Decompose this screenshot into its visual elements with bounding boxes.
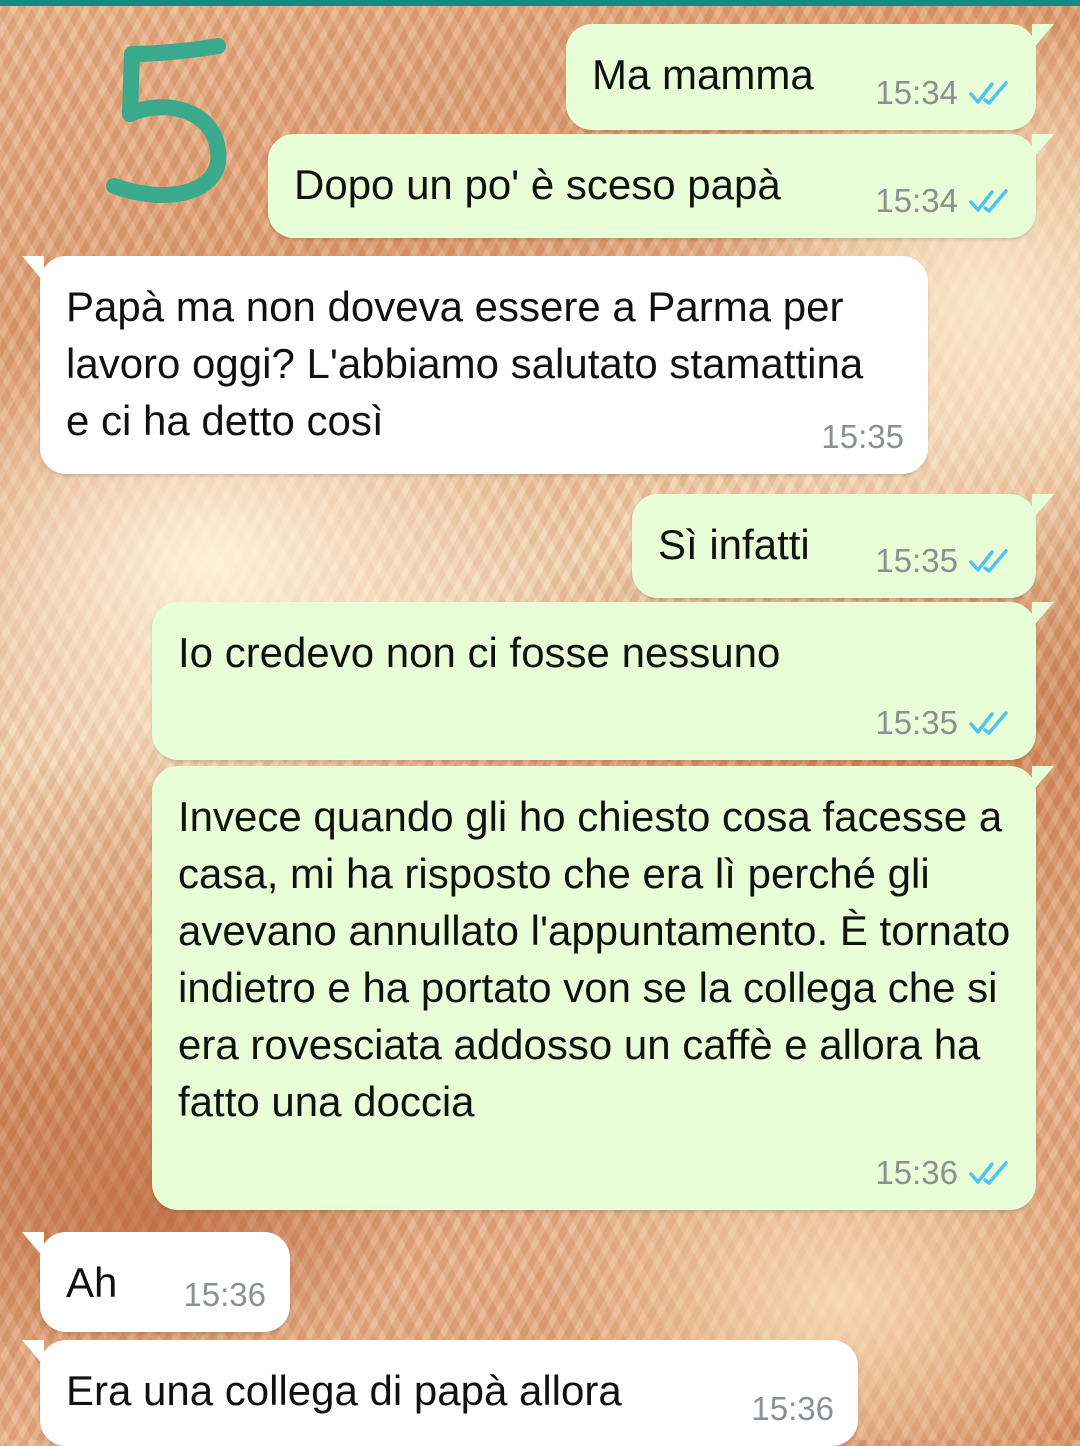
handwritten-number-5-annotation bbox=[106, 38, 227, 203]
message-meta: 15:35 bbox=[875, 542, 1012, 580]
double-check-read-icon bbox=[969, 189, 1008, 213]
message-meta: 15:34 bbox=[875, 182, 1012, 220]
message-meta: 15:36 bbox=[875, 1154, 1012, 1192]
double-check-read-icon bbox=[969, 1161, 1008, 1185]
message-text: Ah bbox=[66, 1259, 118, 1306]
message-time: 15:35 bbox=[875, 704, 958, 741]
message-time: 15:36 bbox=[751, 1390, 834, 1427]
message-time: 15:35 bbox=[821, 418, 904, 455]
message-meta: 15:34 bbox=[875, 74, 1012, 112]
message-bubble-outgoing[interactable]: Io credevo non ci fosse nessuno 15:35 bbox=[152, 602, 1054, 760]
double-check-read-icon bbox=[969, 549, 1008, 573]
message-meta: 15:36 bbox=[183, 1276, 266, 1314]
message-text: Era una collega di papà allora bbox=[66, 1367, 622, 1414]
double-check-read-icon bbox=[969, 711, 1008, 735]
message-text: Sì infatti bbox=[658, 521, 810, 568]
double-check-read-icon bbox=[969, 81, 1008, 105]
message-bubble-outgoing[interactable]: Dopo un po' è sceso papà 15:34 bbox=[268, 134, 1054, 238]
app-top-bar bbox=[0, 0, 1080, 6]
message-bubble-incoming[interactable]: Era una collega di papà allora 15:36 bbox=[22, 1340, 858, 1446]
message-bubble-incoming[interactable]: Papà ma non doveva essere a Parma per la… bbox=[22, 256, 928, 474]
message-text: Papà ma non doveva essere a Parma per la… bbox=[66, 283, 864, 444]
message-time: 15:34 bbox=[875, 182, 958, 219]
message-text: Io credevo non ci fosse nessuno bbox=[178, 629, 781, 676]
message-time: 15:36 bbox=[875, 1154, 958, 1191]
message-time: 15:35 bbox=[875, 542, 958, 579]
message-bubble-outgoing[interactable]: Ma mamma 15:34 bbox=[566, 24, 1054, 130]
message-meta: 15:36 bbox=[751, 1390, 834, 1428]
message-text: Invece quando gli ho chiesto cosa facess… bbox=[178, 793, 1011, 1125]
message-meta: 15:35 bbox=[821, 418, 904, 456]
message-meta: 15:35 bbox=[875, 704, 1012, 742]
message-time: 15:34 bbox=[875, 74, 958, 111]
message-bubble-incoming[interactable]: Ah 15:36 bbox=[22, 1232, 290, 1332]
message-bubble-outgoing[interactable]: Invece quando gli ho chiesto cosa facess… bbox=[152, 766, 1054, 1210]
message-time: 15:36 bbox=[183, 1276, 266, 1313]
message-text: Ma mamma bbox=[592, 51, 814, 98]
message-bubble-outgoing[interactable]: Sì infatti 15:35 bbox=[632, 494, 1054, 598]
message-text: Dopo un po' è sceso papà bbox=[294, 161, 781, 208]
